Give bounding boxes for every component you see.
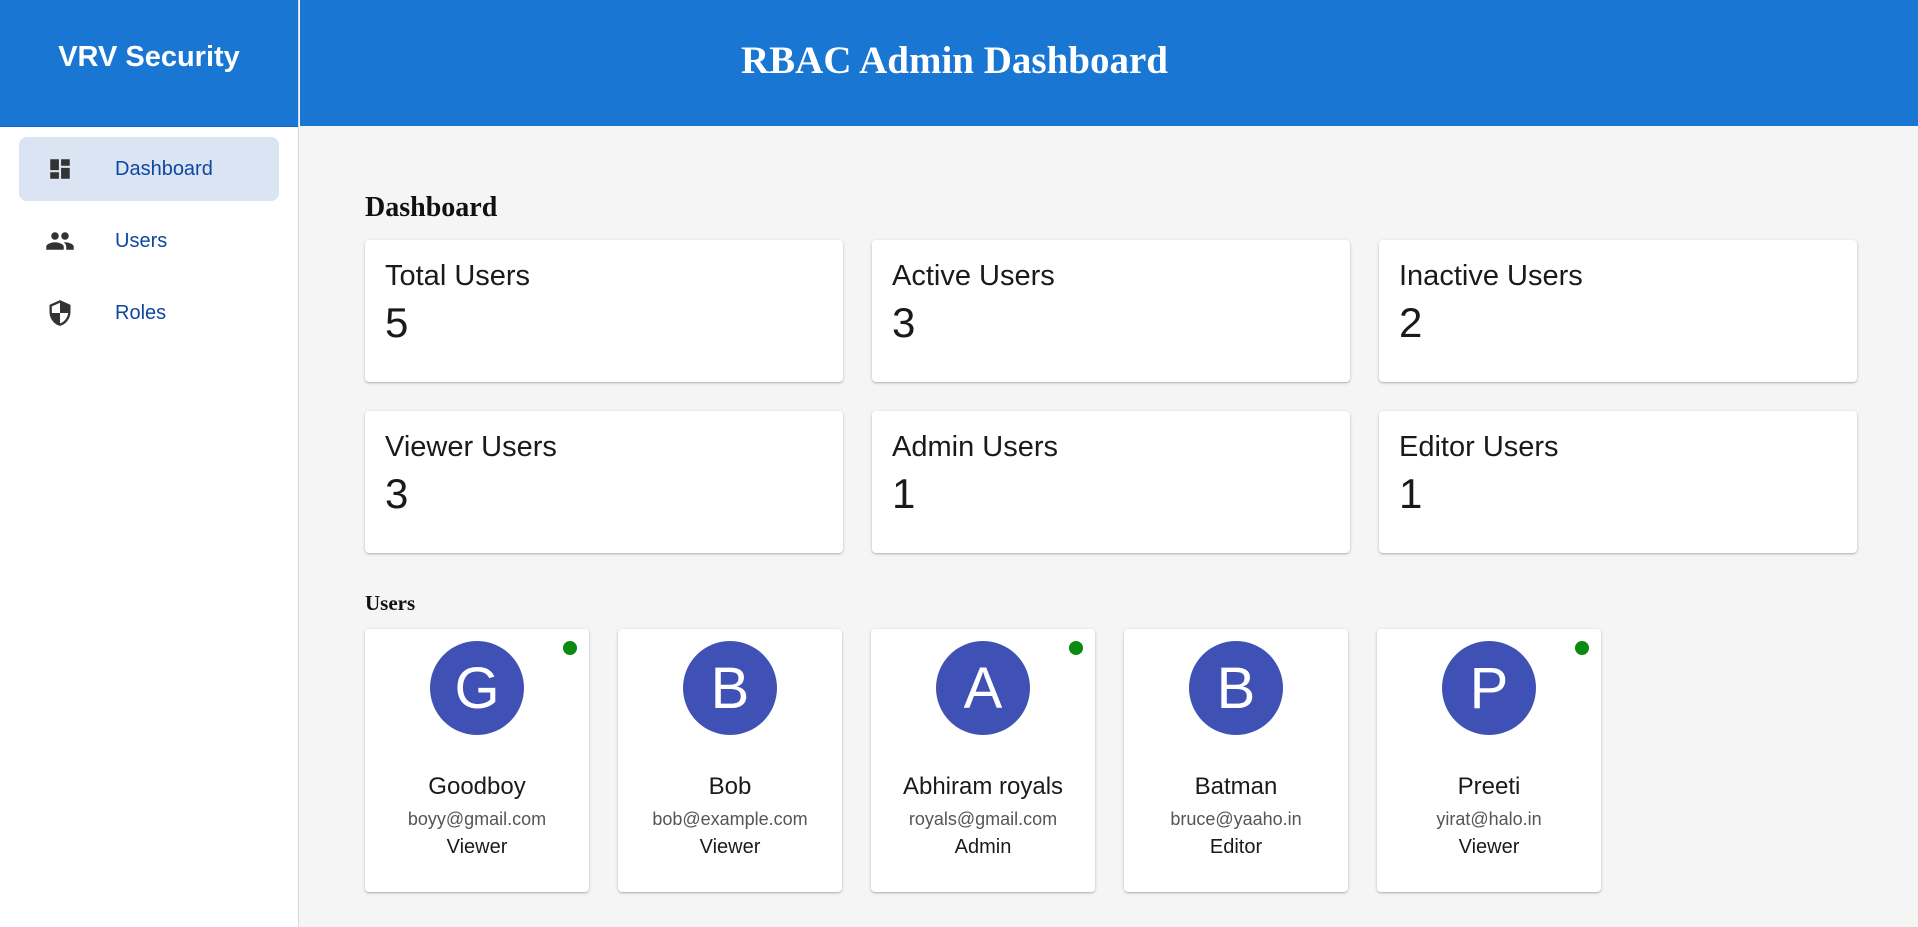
stat-card-admin-users: Admin Users 1: [872, 411, 1350, 553]
people-icon: [45, 226, 75, 256]
stat-value: 3: [385, 470, 409, 517]
stat-label: Editor Users: [1399, 431, 1559, 463]
sidebar-item-label: Dashboard: [115, 157, 213, 180]
stat-value: 1: [1399, 470, 1423, 517]
users-section-title: Users: [365, 591, 416, 615]
dashboard-icon: [45, 154, 75, 184]
section-title: Dashboard: [365, 192, 498, 223]
avatar: P: [1442, 641, 1536, 735]
top-app-bar: RBAC Admin Dashboard: [300, 0, 1918, 126]
stat-card-inactive-users: Inactive Users 2: [1379, 240, 1857, 382]
active-status-dot: [563, 641, 577, 655]
avatar: B: [1189, 641, 1283, 735]
user-card[interactable]: B Bob bob@example.com Viewer: [618, 629, 842, 892]
stat-card-editor-users: Editor Users 1: [1379, 411, 1857, 553]
active-status-dot: [1069, 641, 1083, 655]
stat-value: 5: [385, 299, 409, 346]
stat-card-total-users: Total Users 5: [365, 240, 843, 382]
user-card[interactable]: P Preeti yirat@halo.in Viewer: [1377, 629, 1601, 892]
sidebar-item-users[interactable]: Users: [19, 209, 279, 273]
user-card[interactable]: B Batman bruce@yaaho.in Editor: [1124, 629, 1348, 892]
stat-card-viewer-users: Viewer Users 3: [365, 411, 843, 553]
sidebar-item-dashboard[interactable]: Dashboard: [19, 137, 279, 201]
user-name: Goodboy: [428, 773, 526, 800]
user-role: Viewer: [699, 836, 761, 858]
stat-value: 2: [1399, 299, 1423, 346]
user-card[interactable]: A Abhiram royals royals@gmail.com Admin: [871, 629, 1095, 892]
avatar: G: [430, 641, 524, 735]
page-title: RBAC Admin Dashboard: [741, 39, 1168, 82]
brand-header: VRV Security: [0, 0, 298, 127]
stats-grid: Total Users 5 Active Users 3 Inactive Us…: [365, 240, 1857, 553]
stat-value: 1: [892, 470, 916, 517]
user-role: Editor: [1209, 836, 1263, 858]
user-role: Admin: [954, 836, 1012, 858]
user-name: Abhiram royals: [902, 773, 1064, 800]
shield-icon: [45, 298, 75, 328]
active-status-dot: [1575, 641, 1589, 655]
sidebar-item-label: Roles: [115, 301, 167, 324]
stat-label: Inactive Users: [1399, 260, 1583, 292]
user-email: yirat@halo.in: [1436, 809, 1542, 829]
stat-card-active-users: Active Users 3: [872, 240, 1350, 382]
stat-value: 3: [892, 299, 916, 346]
sidebar: VRV Security Dashboard Users Roles: [0, 0, 299, 927]
main-content: Dashboard Total Users 5 Active Users 3 I…: [365, 126, 1857, 892]
user-name: Batman: [1194, 773, 1278, 800]
user-email: bruce@yaaho.in: [1170, 809, 1302, 829]
sidebar-item-roles[interactable]: Roles: [19, 281, 279, 345]
stat-label: Active Users: [892, 260, 1055, 292]
sidebar-item-label: Users: [115, 229, 168, 252]
user-email: royals@gmail.com: [908, 809, 1058, 829]
sidebar-nav: Dashboard Users Roles: [0, 127, 298, 345]
brand-name: VRV Security: [58, 41, 240, 73]
user-card-list: G Goodboy boyy@gmail.com Viewer B Bob bo…: [365, 629, 1855, 892]
user-role: Viewer: [1458, 836, 1520, 858]
avatar: B: [683, 641, 777, 735]
stat-label: Viewer Users: [385, 431, 557, 463]
user-name: Bob: [708, 773, 752, 800]
avatar: A: [936, 641, 1030, 735]
user-card[interactable]: G Goodboy boyy@gmail.com Viewer: [365, 629, 589, 892]
user-role: Viewer: [446, 836, 508, 858]
user-email: bob@example.com: [652, 809, 808, 829]
user-name: Preeti: [1457, 773, 1521, 800]
stat-label: Admin Users: [892, 431, 1058, 463]
user-email: boyy@gmail.com: [407, 809, 547, 829]
stat-label: Total Users: [385, 260, 531, 292]
